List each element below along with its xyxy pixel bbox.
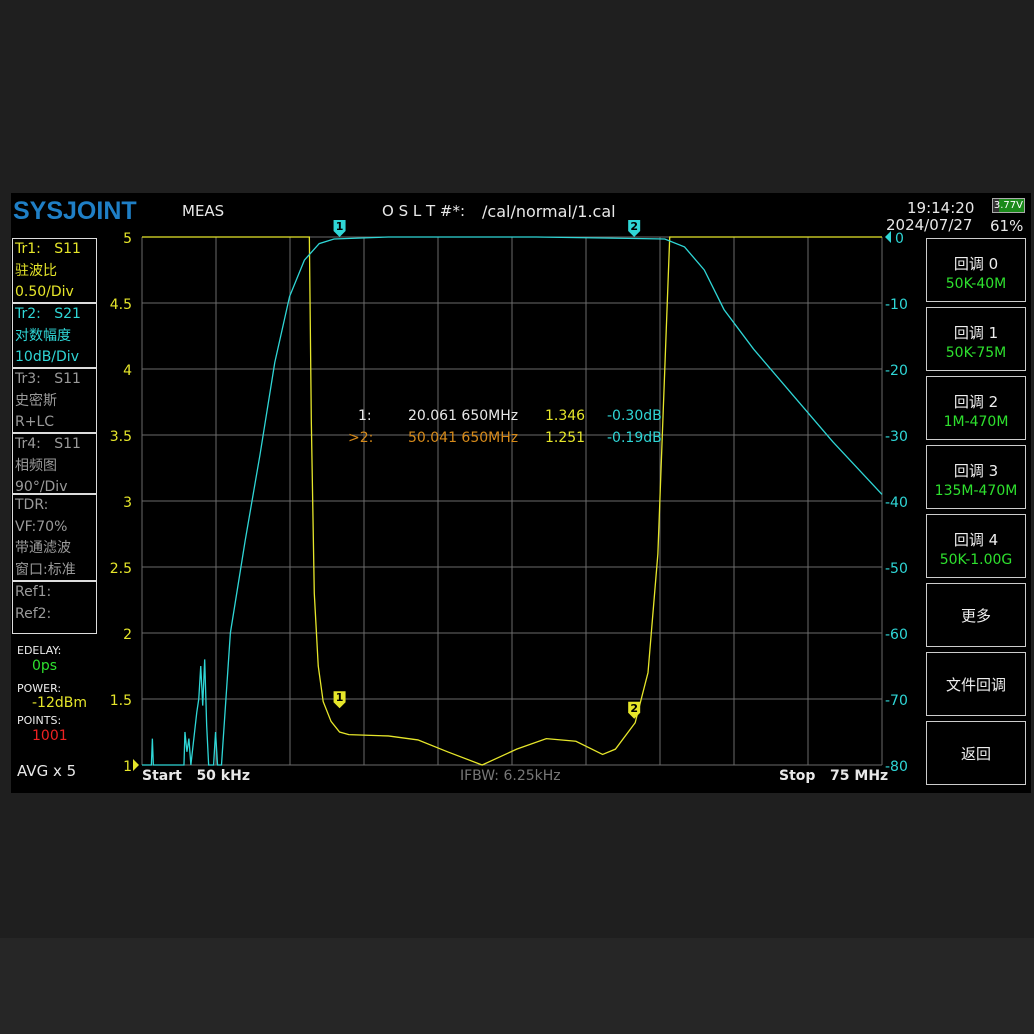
s21-reference-arrow-icon (885, 231, 891, 243)
marker-1-s21-label: 1 (336, 220, 344, 233)
marker-2-swr-label: 2 (630, 702, 638, 715)
ifbw-label[interactable]: IFBW: 6.25kHz (460, 768, 561, 784)
more-button[interactable]: 更多 (926, 583, 1026, 647)
start-frequency[interactable]: Start 50 kHz (142, 768, 250, 784)
recall-4-button[interactable]: 回调 4 50K-1.00G (926, 514, 1026, 578)
right-axis-tick: -60 (885, 627, 908, 643)
marker-1-s21: -0.30dB (607, 408, 662, 424)
marker-2-id: >2: (348, 430, 374, 446)
recall-0-button[interactable]: 回调 0 50K-40M (926, 238, 1026, 302)
button-label: 回调 4 (953, 531, 999, 549)
stop-frequency[interactable]: Stop 75 MHz (779, 768, 888, 784)
button-label: 回调 0 (953, 255, 999, 273)
right-axis-tick: -20 (885, 363, 908, 379)
button-label: 更多 (960, 607, 991, 625)
marker-2-swr: 1.251 (545, 430, 586, 446)
right-axis-tick: -40 (885, 495, 908, 511)
left-axis-tick: 5 (123, 231, 132, 247)
left-axis-tick: 4.5 (110, 297, 132, 313)
vna-screen: SYSJOINT MEAS O S L T #*: /cal/normal/1.… (11, 193, 1031, 793)
background-band (0, 938, 1034, 1034)
button-label: 回调 3 (953, 462, 999, 480)
button-label: 返回 (960, 745, 991, 763)
right-axis-tick: -30 (885, 429, 908, 445)
left-axis-tick: 3.5 (110, 429, 132, 445)
marker-2-s21: -0.19dB (607, 430, 662, 446)
left-axis-tick: 1 (123, 759, 132, 775)
marker-1-id: 1: (358, 408, 372, 424)
button-label: 文件回调 (945, 676, 1006, 694)
marker-1-swr: 1.346 (545, 408, 586, 424)
button-label: 回调 1 (953, 324, 999, 342)
marker-2-freq: 50.041 650MHz (408, 430, 519, 446)
left-axis-tick: 2 (123, 627, 132, 643)
button-sublabel: 50K-1.00G (939, 552, 1013, 568)
recall-2-button[interactable]: 回调 2 1M-470M (926, 376, 1026, 440)
recall-1-button[interactable]: 回调 1 50K-75M (926, 307, 1026, 371)
right-axis-tick: -70 (885, 693, 908, 709)
button-sublabel: 1M-470M (943, 414, 1009, 430)
left-axis-tick: 4 (123, 363, 132, 379)
left-axis-tick: 2.5 (110, 561, 132, 577)
button-sublabel: 135M-470M (934, 483, 1018, 499)
file-recall-button[interactable]: 文件回调 (926, 652, 1026, 716)
chart-area[interactable]: 1 1.5 2 2.5 3 3.5 4 4.5 5 0 -10 -20 -30 -40 -50 -60 -70 -… (11, 193, 1031, 793)
marker-2-s21-label: 2 (630, 220, 638, 233)
swr-reference-arrow-icon (133, 759, 139, 771)
marker-1-swr-label: 1 (336, 691, 344, 704)
right-axis-tick: -50 (885, 561, 908, 577)
button-sublabel: 50K-40M (945, 276, 1007, 292)
left-axis-tick: 1.5 (110, 693, 132, 709)
back-button[interactable]: 返回 (926, 721, 1026, 785)
marker-1-freq: 20.061 650MHz (408, 408, 519, 424)
button-sublabel: 50K-75M (945, 345, 1007, 361)
right-axis-tick: 0 (895, 231, 904, 247)
right-axis-tick: -80 (885, 759, 908, 775)
recall-3-button[interactable]: 回调 3 135M-470M (926, 445, 1026, 509)
left-axis-tick: 3 (123, 495, 132, 511)
button-label: 回调 2 (953, 393, 999, 411)
right-axis-tick: -10 (885, 297, 908, 313)
